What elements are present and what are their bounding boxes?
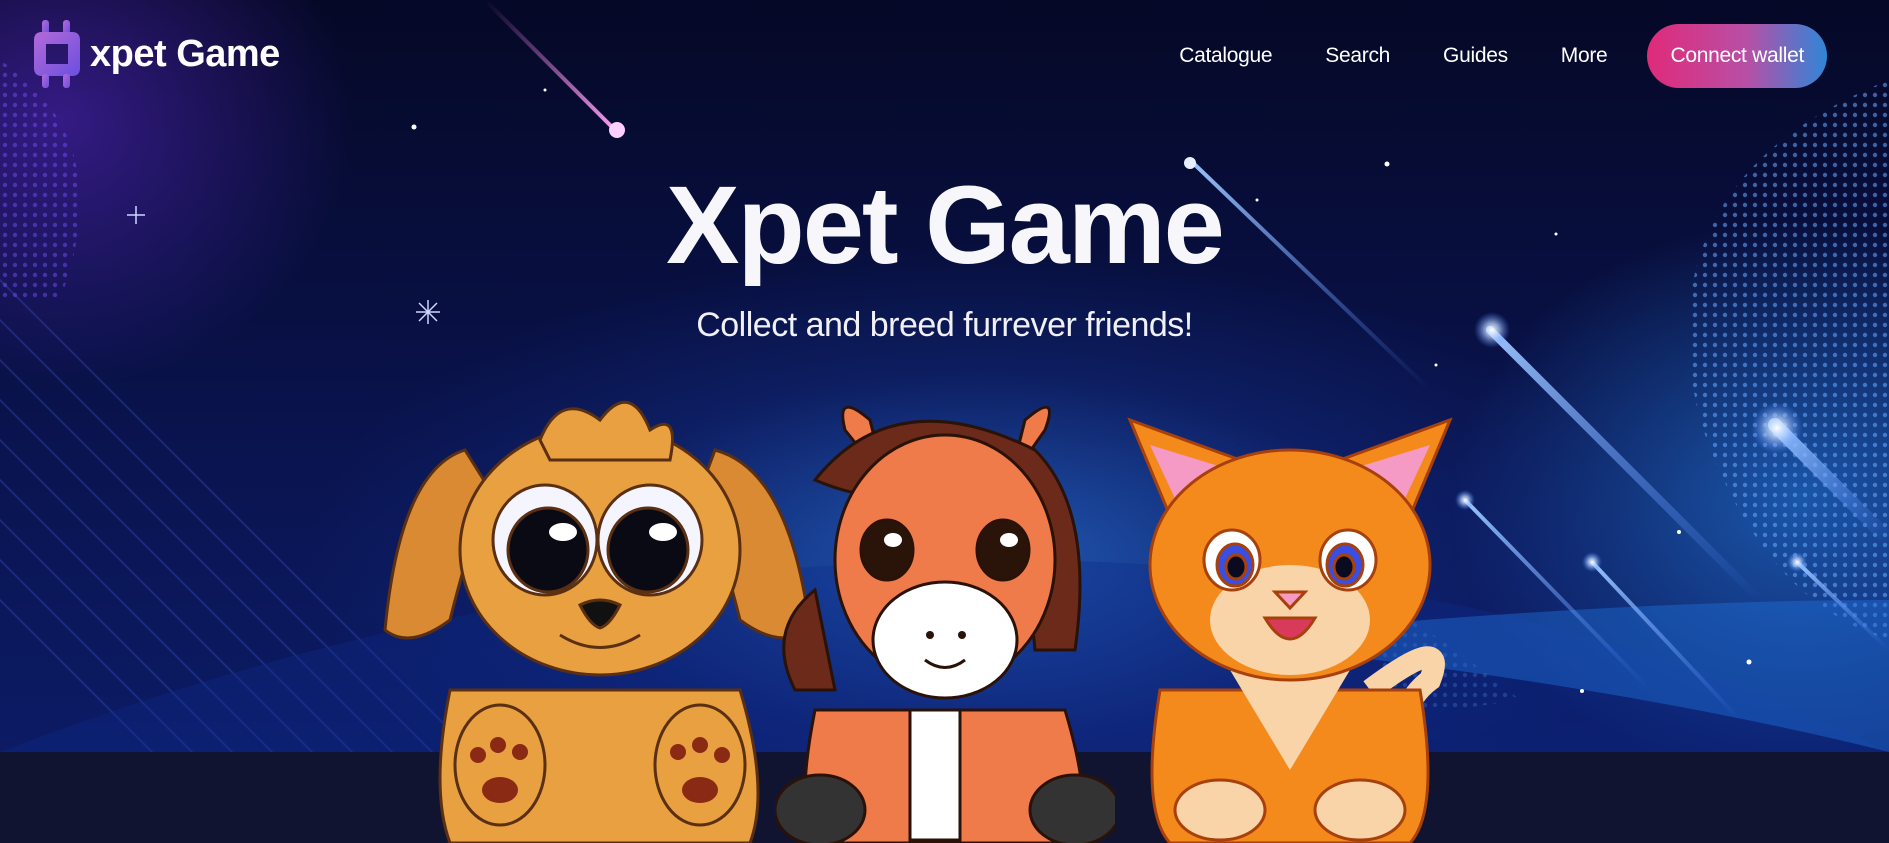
hero-section: xpet Game Catalogue Search Guides More C… (0, 0, 1889, 843)
nav-link-guides[interactable]: Guides (1443, 44, 1508, 68)
connect-wallet-button[interactable]: Connect wallet (1647, 24, 1827, 88)
nav-link-search[interactable]: Search (1325, 44, 1390, 68)
logo-text: xpet Game (90, 32, 280, 75)
kitten-illustration (1127, 417, 1453, 843)
xpet-logo-icon (34, 20, 80, 88)
nav-link-catalogue[interactable]: Catalogue (1179, 44, 1272, 68)
hero-subtitle: Collect and breed furrever friends! (696, 306, 1193, 344)
hero-title: Xpet Game (666, 164, 1225, 287)
puppy-illustration (383, 400, 812, 843)
brand-logo[interactable]: xpet Game (28, 18, 280, 90)
main-nav: Catalogue Search Guides More Connect wal… (1179, 24, 1827, 88)
pony-illustration (775, 405, 1115, 843)
nav-link-more[interactable]: More (1561, 44, 1608, 68)
